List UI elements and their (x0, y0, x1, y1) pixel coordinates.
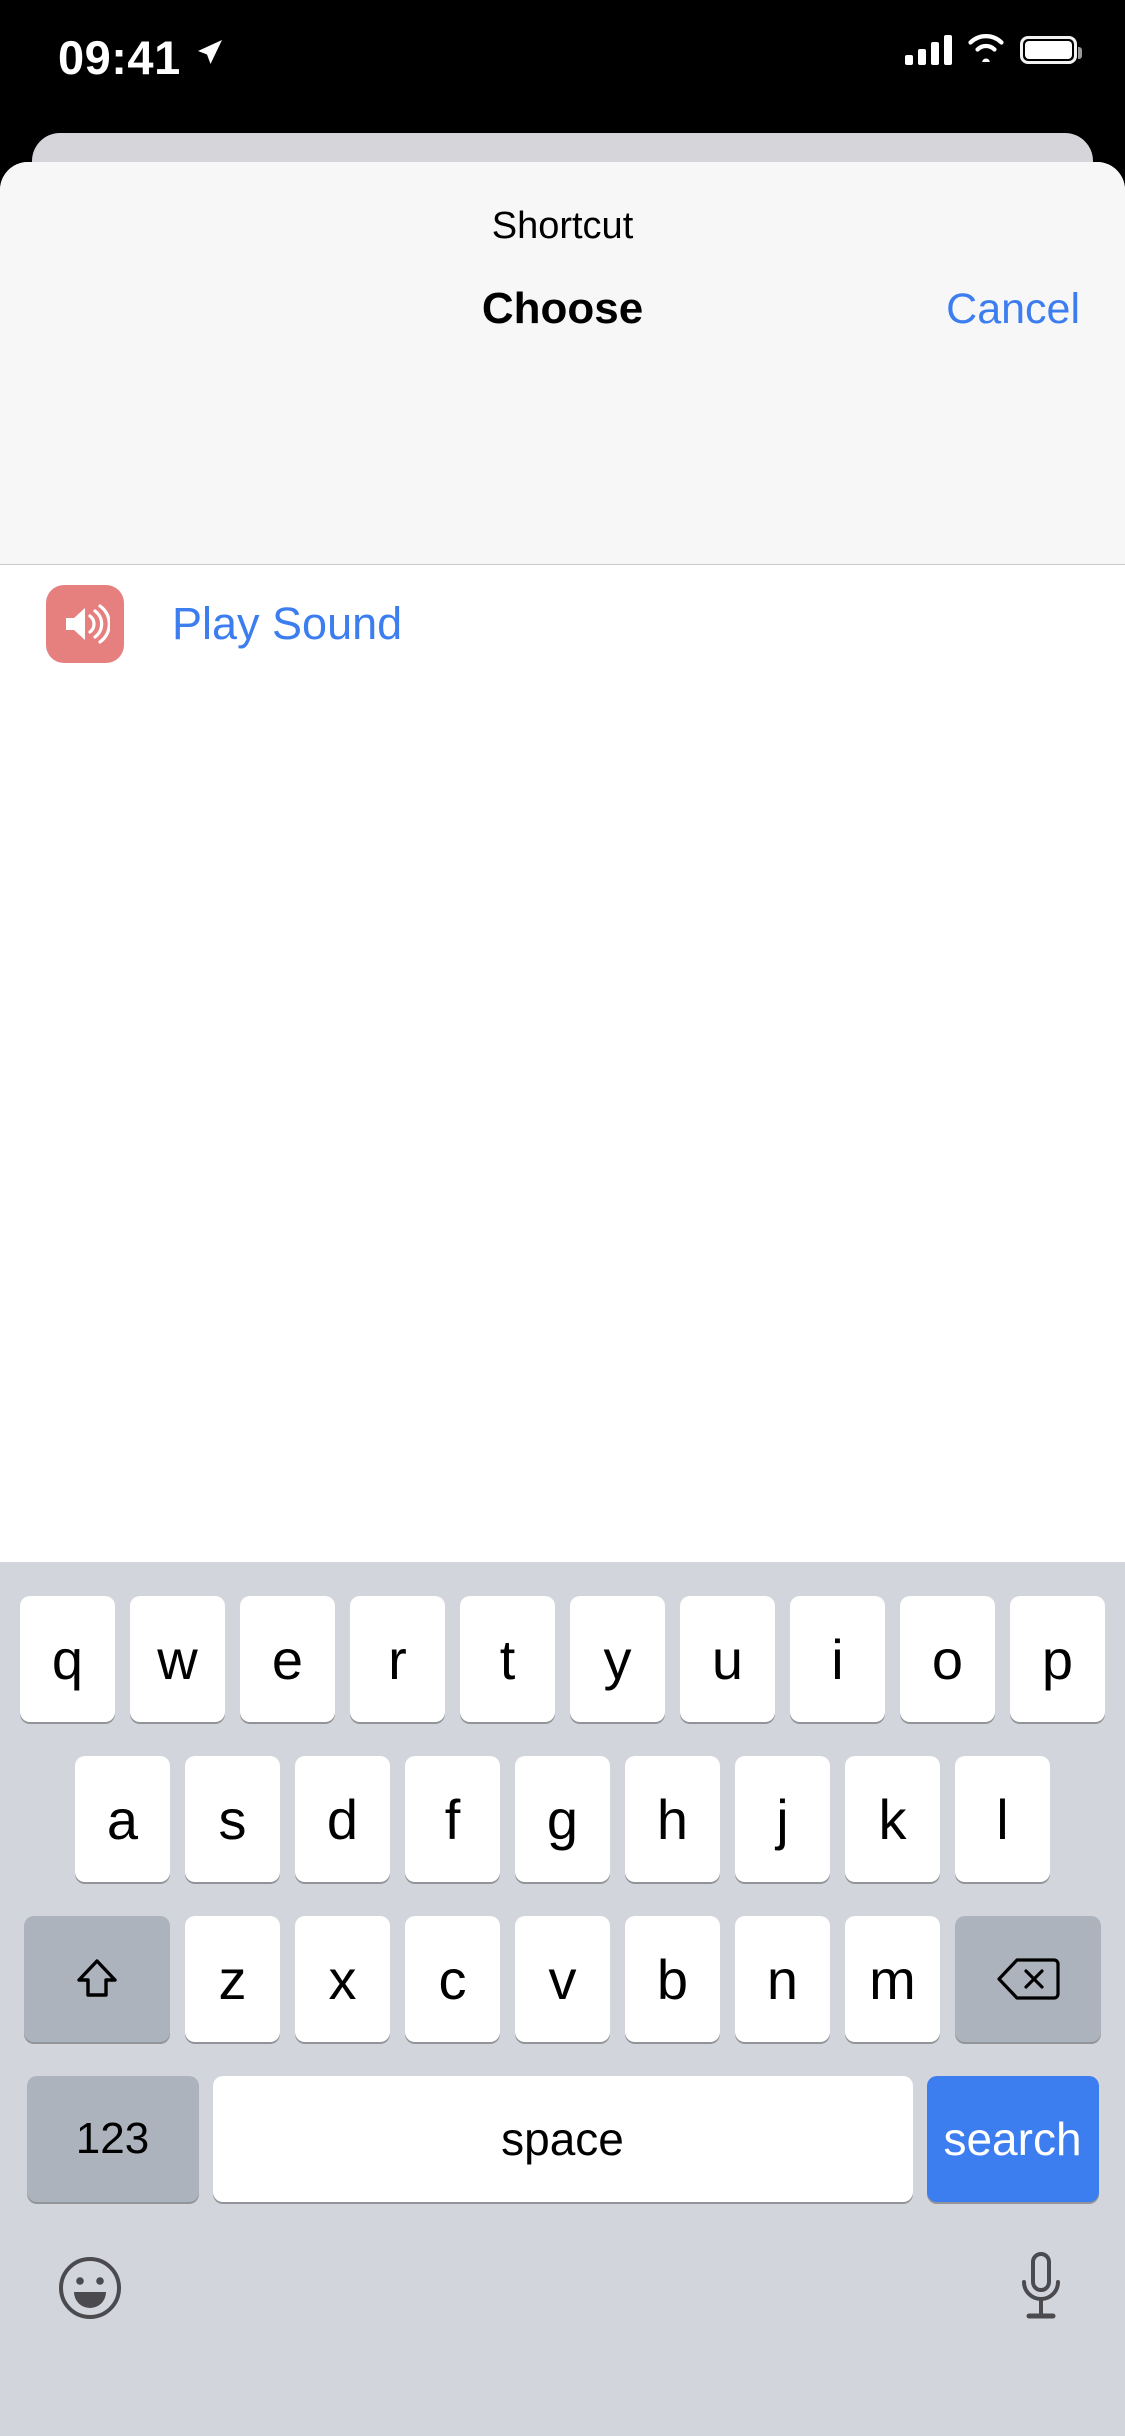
list-item-label: Play Sound (172, 598, 403, 649)
status-bar-indicators (905, 32, 1082, 67)
key-n[interactable]: n (735, 1916, 830, 2042)
speaker-volume-icon (46, 585, 124, 663)
key-m[interactable]: m (845, 1916, 940, 2042)
keyboard-bottom-bar (0, 2236, 1125, 2436)
key-i[interactable]: i (790, 1596, 885, 1722)
microphone-icon[interactable] (1013, 2250, 1069, 2331)
key-h[interactable]: h (625, 1756, 720, 1882)
search-results-list: Play Sound (0, 566, 1125, 682)
key-q[interactable]: q (20, 1596, 115, 1722)
status-bar: 09:41 (0, 0, 1125, 132)
key-l[interactable]: l (955, 1756, 1050, 1882)
key-b[interactable]: b (625, 1916, 720, 2042)
key-u[interactable]: u (680, 1596, 775, 1722)
key-g[interactable]: g (515, 1756, 610, 1882)
action-picker-sheet: Shortcut Choose Cancel Play Sound q w e … (0, 162, 1125, 2436)
key-d[interactable]: d (295, 1756, 390, 1882)
wifi-icon (966, 32, 1006, 67)
key-z[interactable]: z (185, 1916, 280, 2042)
backspace-delete-icon[interactable] (955, 1916, 1101, 2042)
key-t[interactable]: t (460, 1596, 555, 1722)
keyboard: q w e r t y u i o p a s d f g h j k l z … (0, 1562, 1125, 2436)
app-title: Shortcut (491, 205, 634, 247)
key-r[interactable]: r (350, 1596, 445, 1722)
key-o[interactable]: o (900, 1596, 995, 1722)
key-v[interactable]: v (515, 1916, 610, 2042)
key-p[interactable]: p (1010, 1596, 1105, 1722)
list-item[interactable]: Play Sound (0, 566, 1125, 682)
key-w[interactable]: w (130, 1596, 225, 1722)
key-x[interactable]: x (295, 1916, 390, 2042)
key-c[interactable]: c (405, 1916, 500, 2042)
keyboard-row-1: q w e r t y u i o p (8, 1596, 1117, 1722)
keyboard-row-2: a s d f g h j k l (0, 1756, 1125, 1882)
key-a[interactable]: a (75, 1756, 170, 1882)
key-k[interactable]: k (845, 1756, 940, 1882)
emoji-smiley-icon[interactable] (56, 2254, 124, 2327)
cellular-signal-icon (905, 34, 952, 65)
key-f[interactable]: f (405, 1756, 500, 1882)
iphone-screen: 09:41 Shortcut Choose Cancel Play Sound … (0, 0, 1125, 2436)
shift-arrow-icon[interactable] (24, 1916, 170, 2042)
status-bar-time: 09:41 (58, 31, 181, 84)
key-s[interactable]: s (185, 1756, 280, 1882)
keyboard-row-4: 123 space search (8, 2076, 1117, 2202)
key-j[interactable]: j (735, 1756, 830, 1882)
numbers-key[interactable]: 123 (26, 2076, 199, 2202)
search-key[interactable]: search (926, 2076, 1099, 2202)
keyboard-row-3: z x c v b n m (8, 1916, 1117, 2042)
cancel-button[interactable]: Cancel (946, 285, 1080, 334)
key-y[interactable]: y (570, 1596, 665, 1722)
battery-icon (1020, 35, 1082, 64)
navigation-bar: Choose Cancel (0, 272, 1125, 358)
sheet-header: Shortcut Choose Cancel Play Sound (0, 162, 1125, 682)
key-e[interactable]: e (240, 1596, 335, 1722)
space-key[interactable]: space (212, 2076, 913, 2202)
location-arrow-icon (192, 36, 226, 75)
